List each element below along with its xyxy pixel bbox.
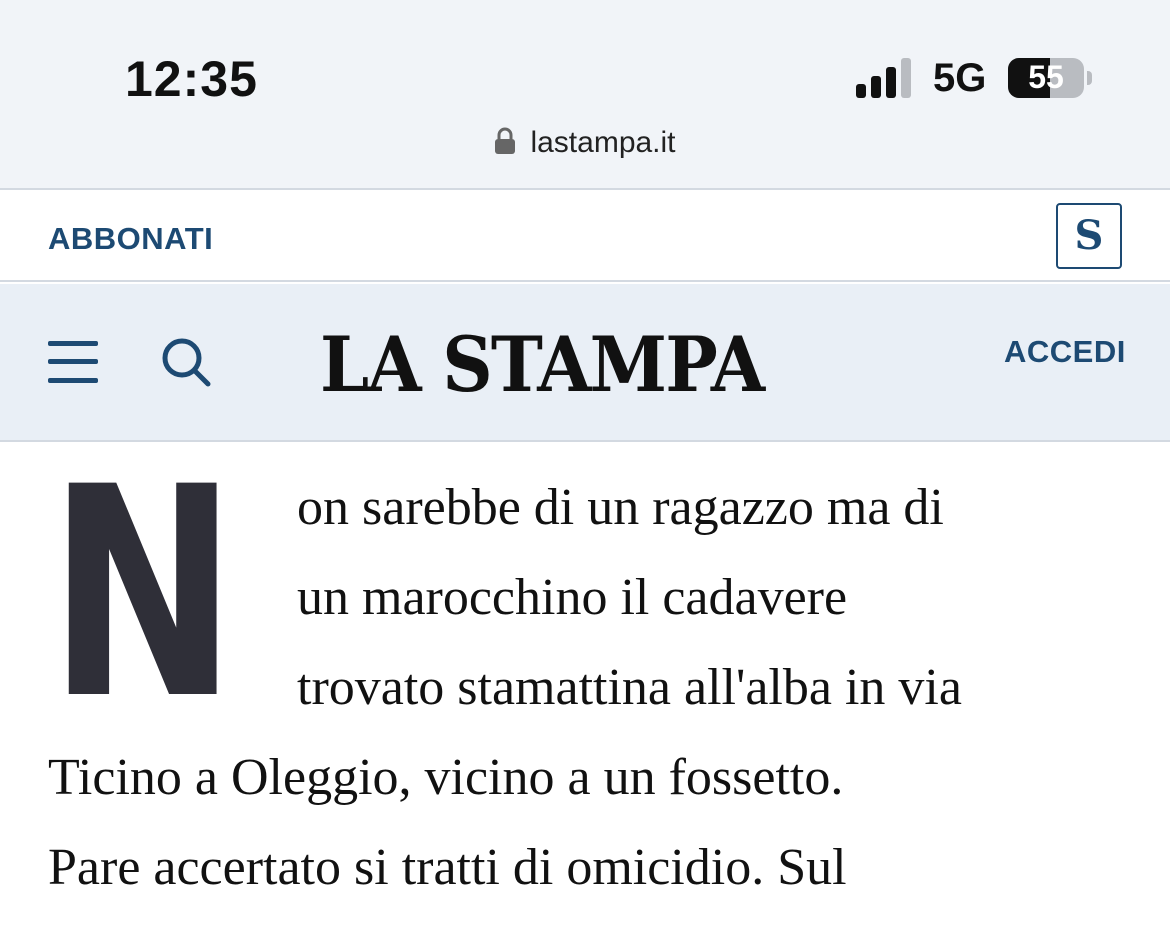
address-url: lastampa.it (530, 126, 676, 159)
drop-cap: N (48, 426, 238, 763)
subscribe-link[interactable]: ABBONATI (48, 221, 213, 257)
login-link[interactable]: ACCEDI (1004, 334, 1126, 370)
signal-icon (856, 58, 914, 98)
article-line: Pare accertato si tratti di omicidio. Su… (48, 839, 847, 896)
article-line: trovato stamattina all'alba in via (297, 659, 962, 716)
site-logo[interactable]: LA STAMPA (320, 320, 765, 409)
address-bar[interactable]: lastampa.it (0, 126, 1170, 160)
battery-icon: 55 (1008, 58, 1092, 98)
article-line: Ticino a Oleggio, vicino a un fossetto. (48, 749, 844, 806)
article-line: on sarebbe di un ragazzo ma di (297, 479, 944, 536)
network-type: 5G (933, 56, 987, 100)
signal-bar (856, 84, 866, 98)
lock-icon (494, 127, 516, 155)
search-icon[interactable] (160, 336, 212, 388)
status-time: 12:35 (125, 51, 258, 107)
s-logo-button[interactable]: S (1056, 203, 1122, 269)
menu-icon[interactable] (48, 339, 98, 385)
signal-bar (871, 76, 881, 98)
status-area: 12:35 5G 55 lastampa.it (0, 0, 1170, 190)
article-line: un marocchino il cadavere (297, 569, 848, 626)
signal-bar (901, 58, 911, 98)
signal-bar (886, 67, 896, 98)
battery-level: 55 (1028, 59, 1064, 95)
